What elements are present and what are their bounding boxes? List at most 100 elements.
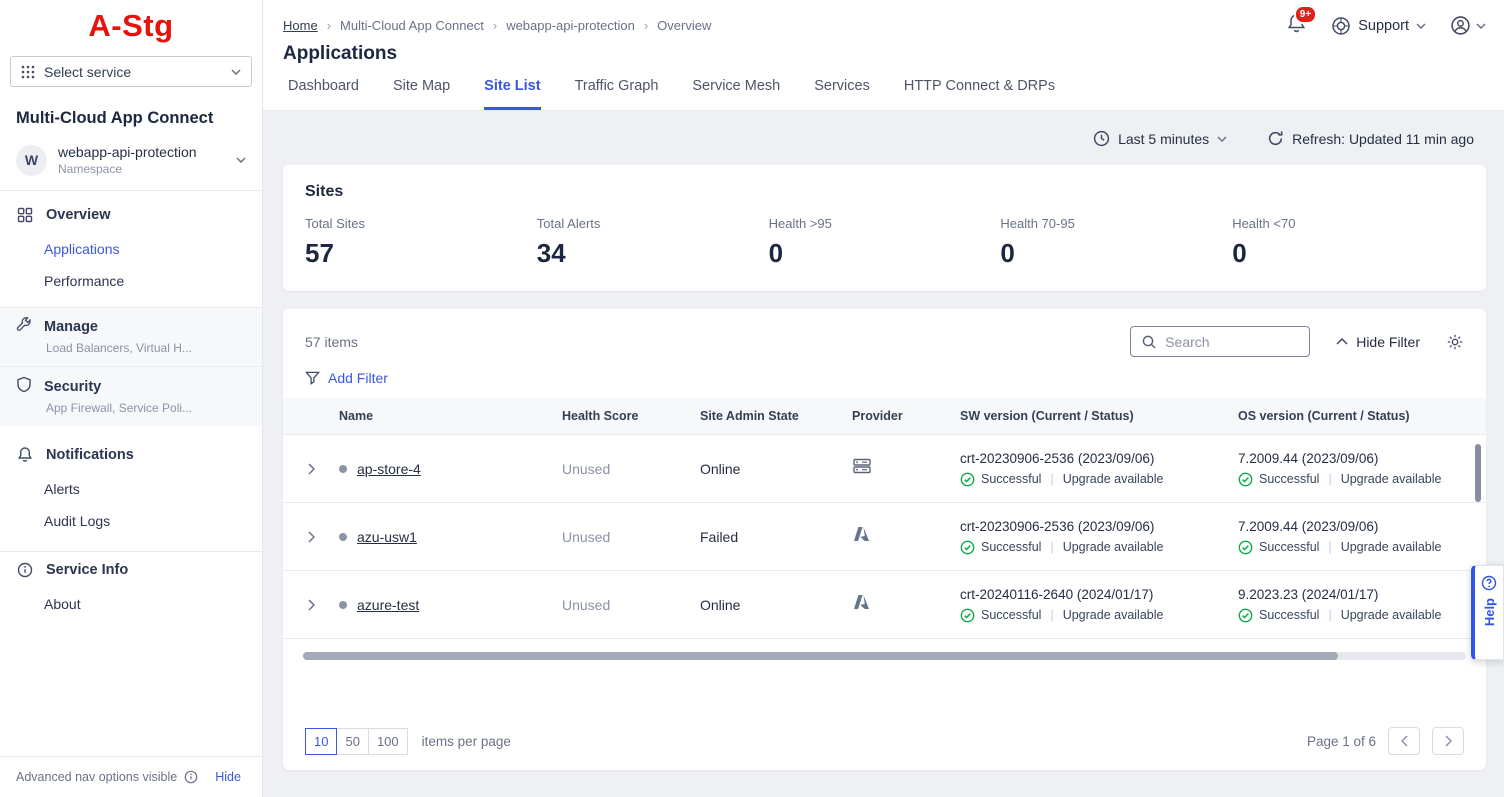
column-header-site-admin-state: Site Admin State — [700, 409, 852, 423]
sidebar-item-alerts[interactable]: Alerts — [0, 473, 262, 505]
status-divider — [1328, 472, 1331, 486]
row-expand-button[interactable] — [283, 531, 339, 543]
notifications-button[interactable]: 9+ — [1286, 12, 1307, 39]
hide-filter-button[interactable]: Hide Filter — [1336, 334, 1420, 350]
help-tab[interactable]: Help — [1471, 565, 1504, 660]
sidebar-item-label: Manage — [44, 319, 98, 335]
site-status-dot — [339, 465, 347, 473]
tab-site-map[interactable]: Site Map — [393, 78, 450, 110]
filter-funnel-icon — [305, 371, 320, 385]
sw-status: Successful — [981, 472, 1041, 486]
tab-site-list[interactable]: Site List — [484, 78, 540, 110]
sidebar-item-label: Overview — [46, 207, 111, 223]
clock-icon — [1093, 130, 1110, 147]
sidebar-item-applications[interactable]: Applications — [0, 233, 262, 265]
breadcrumb-item: Overview — [635, 18, 712, 33]
search-input[interactable] — [1165, 334, 1285, 350]
service-selector[interactable]: Select service — [10, 56, 252, 87]
breadcrumb-home[interactable]: Home — [283, 18, 318, 33]
namespace-name: webapp-api-protection — [58, 144, 197, 160]
check-circle-icon — [960, 472, 975, 487]
os-upgrade: Upgrade available — [1341, 472, 1442, 486]
support-menu[interactable]: Support — [1331, 16, 1426, 36]
prev-page-button[interactable] — [1388, 727, 1420, 755]
chevron-right-icon — [308, 463, 315, 475]
chevron-down-icon — [231, 69, 241, 75]
sw-upgrade: Upgrade available — [1063, 608, 1164, 622]
namespace-selector[interactable]: W webapp-api-protection Namespace — [16, 144, 246, 176]
status-divider — [1050, 472, 1053, 486]
table-settings-button[interactable] — [1446, 333, 1464, 351]
hide-nav-link[interactable]: Hide — [215, 770, 241, 784]
chevron-down-icon — [1476, 23, 1486, 29]
next-page-button[interactable] — [1432, 727, 1464, 755]
sidebar-item-notifications[interactable]: Notifications — [0, 436, 262, 473]
azure-icon — [852, 526, 870, 542]
add-filter-label: Add Filter — [328, 370, 388, 386]
stat-health-gt95: Health >95 0 — [769, 216, 1001, 269]
sidebar-item-manage[interactable]: Manage Load Balancers, Virtual H... — [0, 307, 262, 366]
sidebar-item-label: Notifications — [46, 447, 134, 463]
refresh-button[interactable]: Refresh: Updated 11 min ago — [1267, 130, 1474, 147]
sw-version-cell: crt-20240116-2640 (2024/01/17) Successfu… — [960, 587, 1238, 623]
provider-cell — [852, 594, 960, 615]
info-icon — [184, 770, 198, 784]
tab-dashboard[interactable]: Dashboard — [288, 78, 359, 110]
site-name-link[interactable]: ap-store-4 — [357, 461, 421, 477]
os-status: Successful — [1259, 540, 1319, 554]
help-label: Help — [1482, 598, 1497, 626]
tab-bar: Dashboard Site Map Site List Traffic Gra… — [283, 78, 1486, 110]
breadcrumb-item[interactable]: webapp-api-protection — [484, 18, 635, 33]
sidebar-item-overview[interactable]: Overview — [0, 197, 262, 233]
health-score-cell: Unused — [562, 461, 700, 477]
items-per-page-label: items per page — [422, 734, 511, 749]
sidebar-spacer — [0, 297, 262, 307]
page-size-10[interactable]: 10 — [305, 728, 337, 755]
content-area: Last 5 minutes Refresh: Updated 11 min a… — [263, 111, 1504, 797]
horizontal-scrollbar-track — [303, 652, 1466, 660]
page-size-100[interactable]: 100 — [368, 728, 408, 755]
wrench-icon — [16, 317, 32, 337]
horizontal-scrollbar-thumb[interactable] — [303, 652, 1338, 660]
sites-card-title: Sites — [305, 183, 1464, 201]
site-name-link[interactable]: azure-test — [357, 597, 419, 613]
row-expand-button[interactable] — [283, 599, 339, 611]
table-row: azure-test Unused Online crt-20240116-26… — [283, 571, 1486, 639]
os-status: Successful — [1259, 472, 1319, 486]
sidebar-footer: Advanced nav options visible Hide — [0, 756, 262, 797]
page-info: Page 1 of 6 — [1307, 734, 1376, 749]
add-filter-button[interactable]: Add Filter — [283, 357, 1486, 398]
sidebar-item-audit-logs[interactable]: Audit Logs — [0, 505, 262, 537]
os-upgrade: Upgrade available — [1341, 608, 1442, 622]
health-score-cell: Unused — [562, 597, 700, 613]
sidebar-item-about[interactable]: About — [0, 588, 262, 620]
os-status: Successful — [1259, 608, 1319, 622]
vertical-scrollbar[interactable] — [1475, 444, 1481, 502]
tab-services[interactable]: Services — [814, 78, 870, 110]
support-label: Support — [1358, 18, 1409, 34]
sidebar-item-security[interactable]: Security App Firewall, Service Poli... — [0, 366, 262, 426]
os-version-cell: 9.2023.23 (2024/01/17) Successful Upgrad… — [1238, 587, 1486, 623]
site-name-link[interactable]: azu-usw1 — [357, 529, 417, 545]
row-expand-button[interactable] — [283, 463, 339, 475]
time-range-selector[interactable]: Last 5 minutes — [1093, 130, 1227, 147]
tab-service-mesh[interactable]: Service Mesh — [692, 78, 780, 110]
sidebar-item-service-info[interactable]: Service Info — [0, 552, 262, 588]
breadcrumb-item[interactable]: Multi-Cloud App Connect — [318, 18, 484, 33]
stat-total-sites: Total Sites 57 — [305, 216, 537, 269]
admin-state-cell: Online — [700, 461, 852, 477]
chevron-down-icon — [1416, 23, 1426, 29]
sidebar-item-performance[interactable]: Performance — [0, 265, 262, 297]
page-size-50[interactable]: 50 — [336, 728, 368, 755]
support-icon — [1331, 16, 1351, 36]
column-header-sw-version: SW version (Current / Status) — [960, 409, 1238, 423]
tab-traffic-graph[interactable]: Traffic Graph — [575, 78, 659, 110]
chevron-down-icon — [236, 157, 246, 163]
help-question-icon — [1481, 575, 1497, 591]
check-circle-icon — [1238, 608, 1253, 623]
tab-http-connect-drps[interactable]: HTTP Connect & DRPs — [904, 78, 1055, 110]
sidebar-item-subtitle: Load Balancers, Virtual H... — [46, 341, 246, 355]
account-menu[interactable] — [1450, 15, 1486, 36]
sidebar-spacer — [0, 426, 262, 436]
admin-state-cell: Failed — [700, 529, 852, 545]
